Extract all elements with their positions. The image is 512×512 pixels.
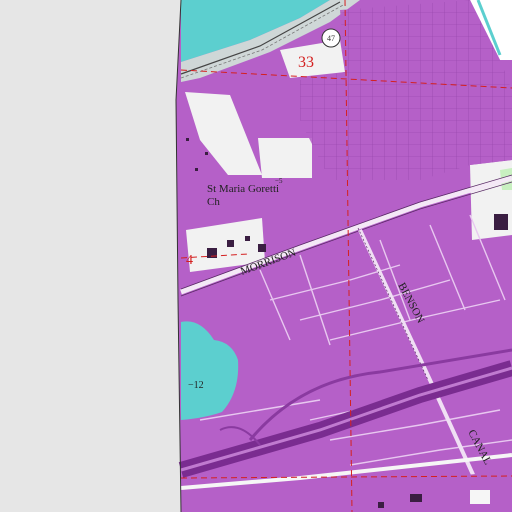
- route-shield-label: 47: [327, 34, 335, 43]
- topographic-map: 47 33 4 St Maria Goretti Ch MORRISON BEN…: [0, 0, 512, 512]
- section-number-33: 33: [298, 54, 314, 71]
- elevation-label: −12: [188, 380, 204, 391]
- map-canvas: 47 33 4 St Maria Goretti Ch MORRISON BEN…: [0, 0, 512, 512]
- section-number-4: 4: [186, 253, 193, 268]
- church-label: St Maria Goretti: [207, 183, 279, 195]
- church-label-abbrev: Ch: [207, 196, 220, 208]
- route-shield-icon: 47: [321, 28, 341, 48]
- elevation-label-small: −5: [275, 177, 283, 185]
- open-land-south: [470, 490, 490, 504]
- open-land-center: [258, 138, 312, 178]
